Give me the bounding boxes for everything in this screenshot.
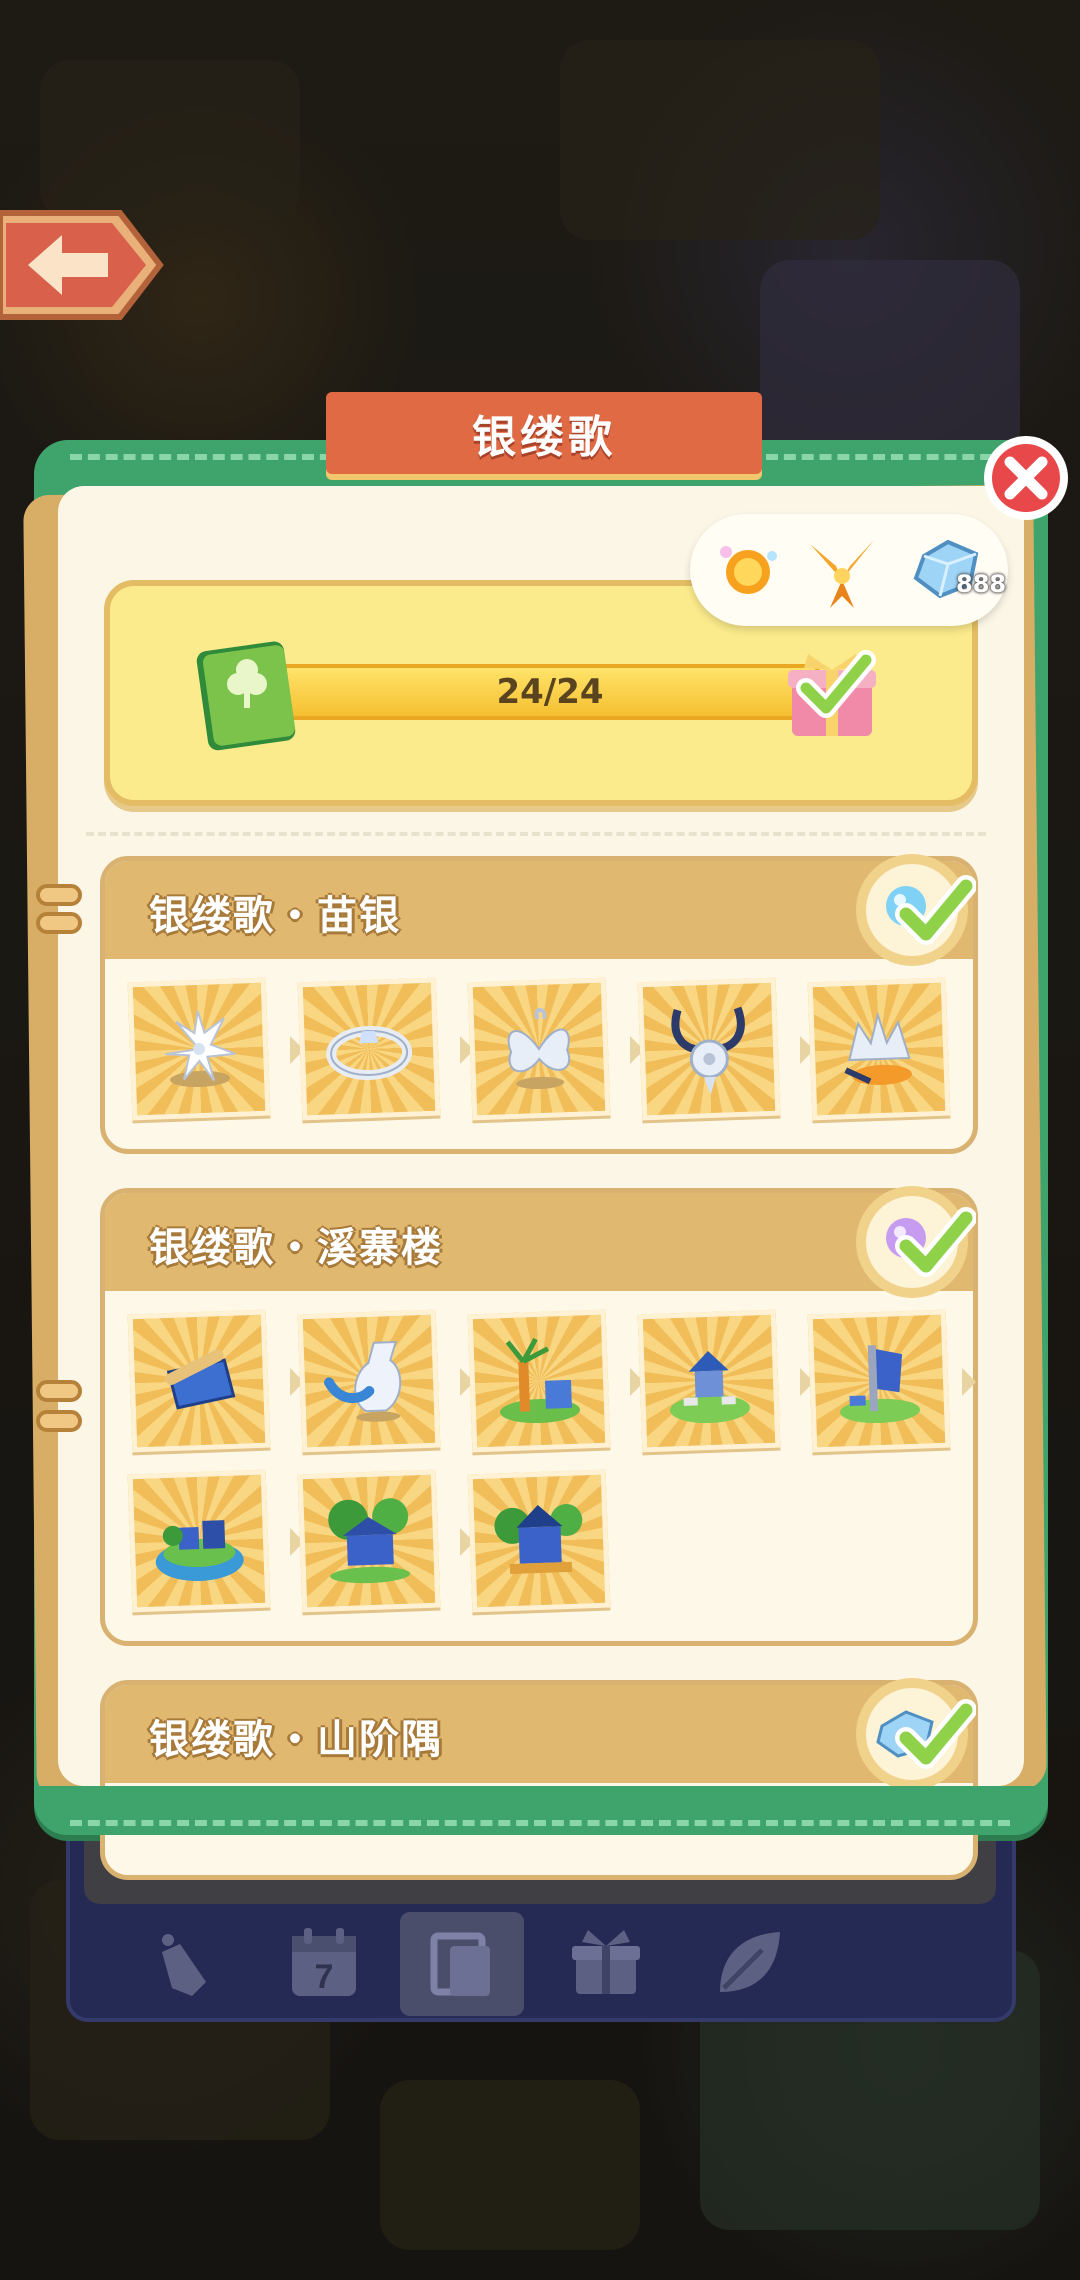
bamboo-plant-icon [500,1337,581,1424]
close-icon [984,436,1068,520]
binder-ring [36,884,82,906]
calendar-tab-icon: 7 [292,1928,356,1996]
collection-item[interactable] [297,1309,441,1453]
collection-item[interactable] [637,977,781,1121]
gift-tab-icon [572,1930,640,1994]
gift-box-icon[interactable] [782,646,882,746]
section-complete-badge [848,1670,977,1798]
binder-ring [36,1380,82,1402]
dock-tab-hand[interactable] [122,1912,246,2016]
page-divider [86,832,986,836]
svg-text:7: 7 [315,1958,334,1996]
small-shrine-icon [669,1351,750,1424]
section-title: 银缕歌・苗银 [149,893,401,939]
back-button[interactable] [0,205,165,325]
diamond-count: 888 [956,570,1007,598]
silver-bracelet-icon [326,1025,413,1081]
binder-ring [36,1410,82,1432]
blue-vase-icon [324,1340,402,1422]
blue-scroll-icon [165,1349,236,1410]
collection-item[interactable] [127,1309,271,1453]
chain-arrow [962,1368,976,1396]
section-complete-badge [848,846,977,974]
book-bottom-edge [34,1786,1048,1835]
collection-item[interactable] [467,1469,611,1613]
silver-crown-icon [844,1011,912,1085]
banner-post-icon [840,1345,921,1424]
collection-item[interactable] [127,977,271,1121]
island-village-icon [155,1520,244,1582]
dock-tab-calendar[interactable]: 7 [262,1912,386,2016]
leaf-tab-icon [720,1932,780,1992]
clover-book-icon [190,640,300,752]
dock-tab-gift[interactable] [544,1912,668,2016]
progress-label: 24/24 [496,672,604,712]
collection-item[interactable] [637,1309,781,1453]
dock-tab-leaf[interactable] [686,1912,810,2016]
collection-item[interactable] [127,1469,271,1613]
binder-ring [36,912,82,934]
golden-bird-icon [800,530,884,614]
close-button[interactable] [980,432,1072,524]
page-title: 银缕歌 [472,412,616,463]
section-complete-badge [848,1178,977,1306]
blue-pavilion-icon [494,1504,583,1575]
collection-item[interactable] [807,977,951,1121]
hand-tab-icon [162,1934,206,1996]
sun-orb-icon [706,530,790,614]
collection-item[interactable] [467,977,611,1121]
book-stitch-bottom [70,1820,1010,1826]
silver-butterfly-hairpin-icon [507,1008,570,1090]
collection-progress-bar: 24/24 [280,664,820,720]
dock-tab-album[interactable] [400,1912,524,2016]
section-mountain-steps: 银缕歌・山阶隅 [100,1680,978,1880]
section-title: 银缕歌・溪寨楼 [149,1225,443,1271]
collection-item[interactable] [467,1309,611,1453]
album-tab-icon [430,1932,490,1996]
back-arrow-icon [0,210,164,320]
title-banner: 银缕歌 [326,392,762,474]
collection-item[interactable] [807,1309,951,1453]
stilt-house-icon [328,1498,411,1584]
silver-flower-icon [165,1010,236,1088]
collection-item[interactable] [297,977,441,1121]
collection-item[interactable] [297,1469,441,1613]
silver-pendant-icon [671,1006,745,1095]
section-title: 银缕歌・山阶隅 [149,1717,443,1763]
